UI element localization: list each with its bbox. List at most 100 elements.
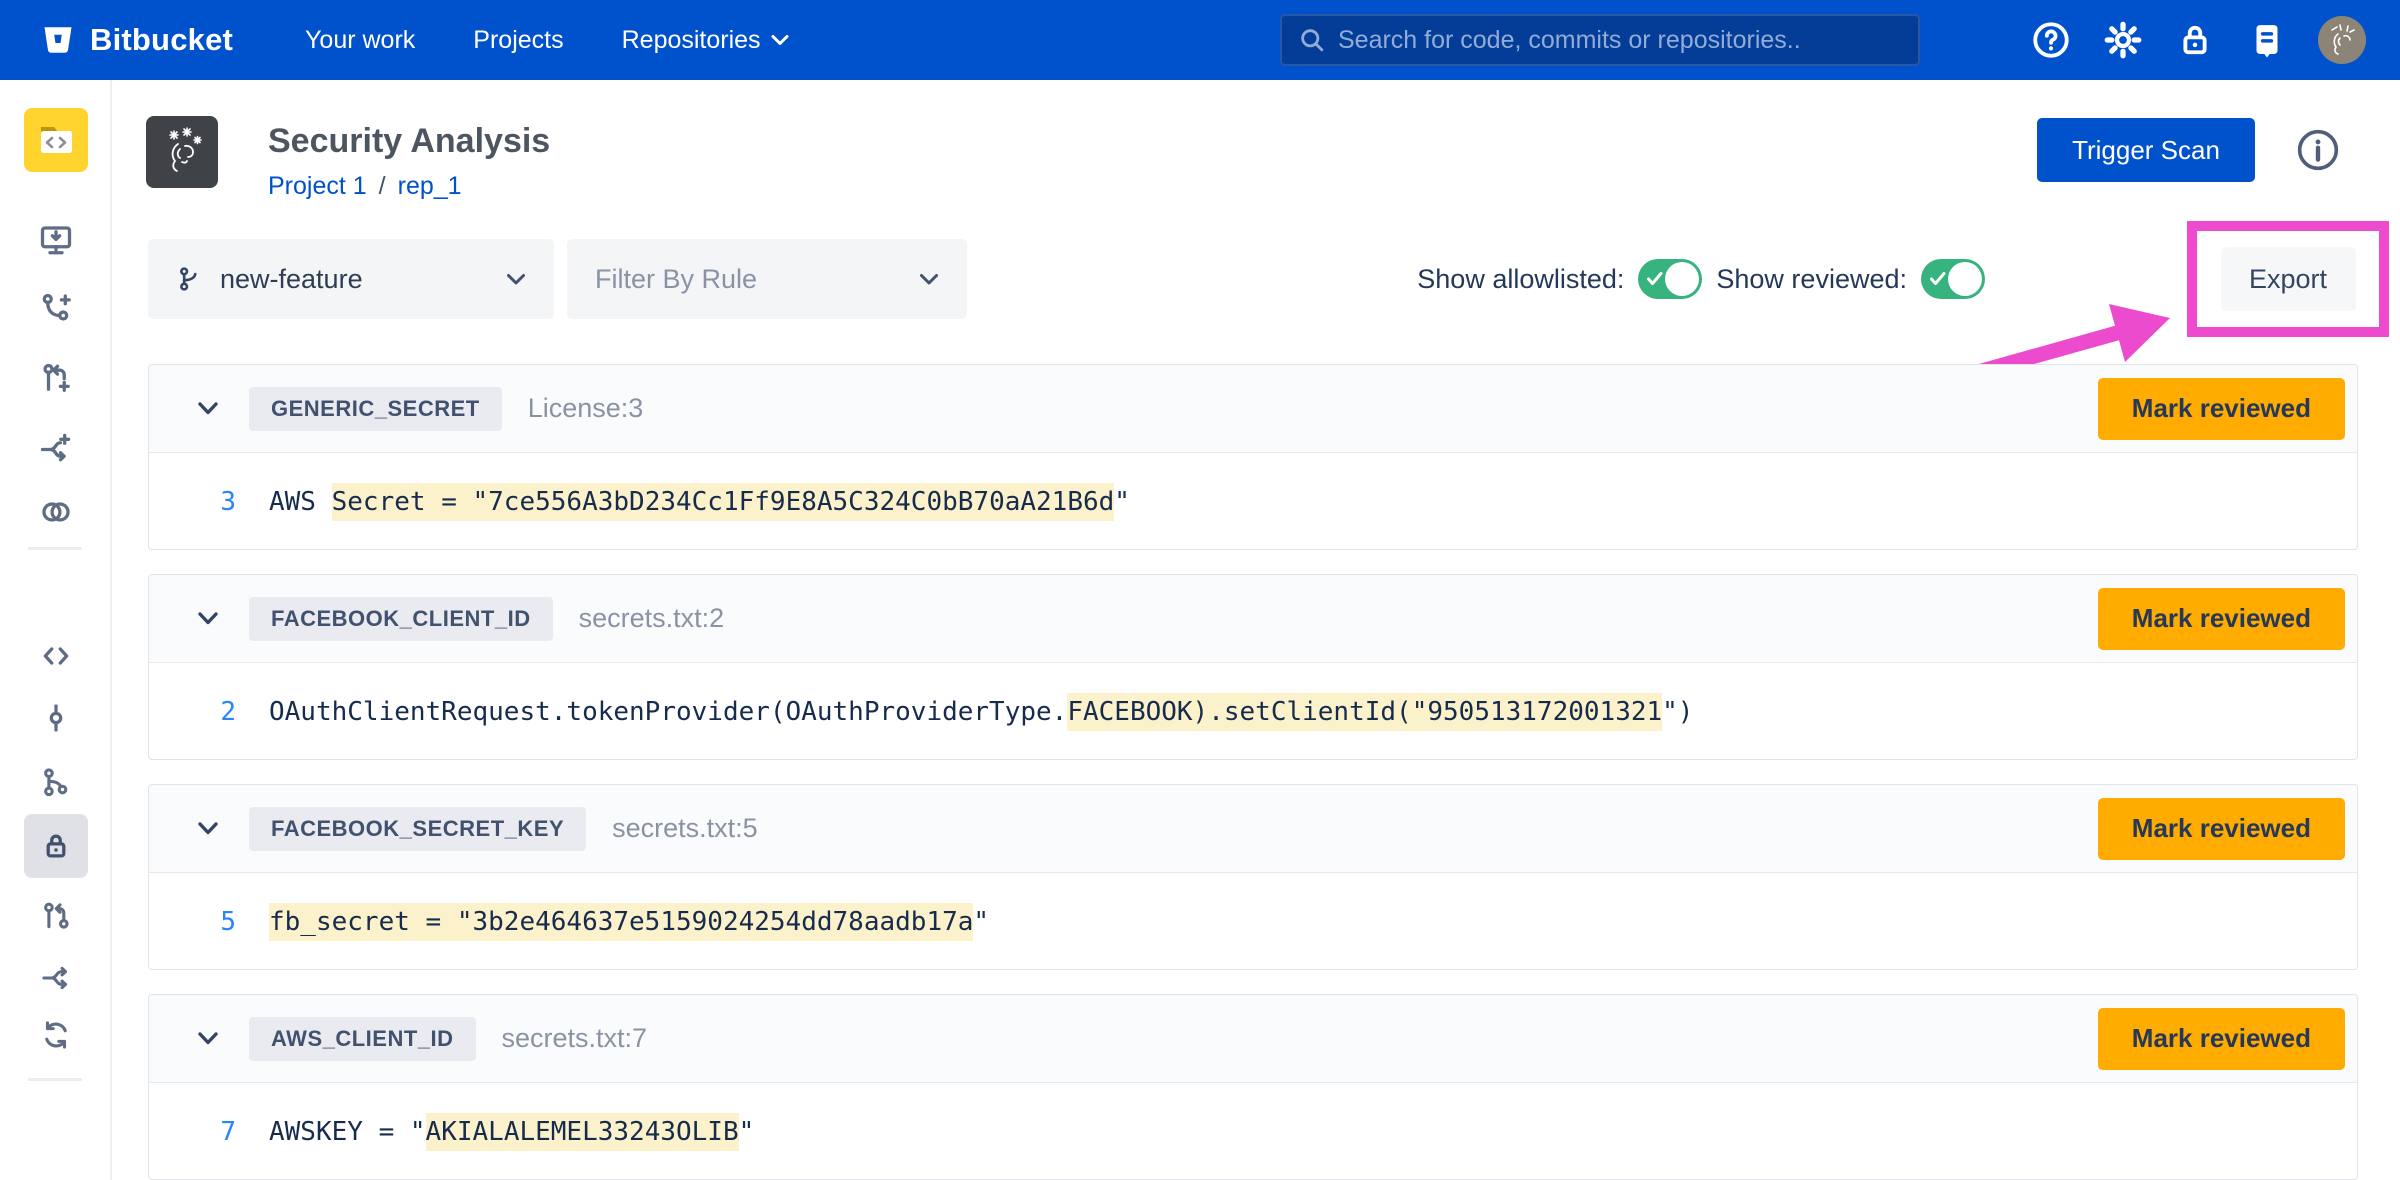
check-icon (1930, 272, 1946, 286)
finding-header: FACEBOOK_CLIENT_ID secrets.txt:2 Mark re… (149, 575, 2357, 663)
security-analysis-page: Bitbucket Your work Projects Repositorie… (0, 0, 2400, 1180)
finding-header: FACEBOOK_SECRET_KEY secrets.txt:5 Mark r… (149, 785, 2357, 873)
rule-badge: AWS_CLIENT_ID (249, 1017, 476, 1061)
info-icon[interactable] (2296, 128, 2340, 172)
mark-reviewed-button[interactable]: Mark reviewed (2098, 798, 2345, 860)
pull-requests-icon[interactable] (36, 896, 76, 936)
nav-actions (2030, 0, 2366, 80)
secret-highlight: AKIALALEMEL33243OLIB (426, 1113, 739, 1151)
finding-header: AWS_CLIENT_ID secrets.txt:7 Mark reviewe… (149, 995, 2357, 1083)
annotation-highlight-box: Export (2187, 221, 2389, 337)
finding-location: secrets.txt:2 (579, 603, 725, 634)
brand-name: Bitbucket (90, 22, 233, 58)
forks-icon[interactable] (36, 958, 76, 998)
commits-icon[interactable] (36, 698, 76, 738)
code-line: AWS Secret = "7ce556A3bD234Cc1Ff9E8A5C32… (269, 487, 1130, 517)
show-reviewed-toggle[interactable] (1921, 259, 1985, 299)
mark-reviewed-button[interactable]: Mark reviewed (2098, 588, 2345, 650)
collapse-chevron-icon[interactable] (197, 401, 219, 416)
rule-badge: FACEBOOK_SECRET_KEY (249, 807, 586, 851)
finding-location: License:3 (528, 393, 644, 424)
rule-filter-placeholder: Filter By Rule (595, 264, 757, 295)
compare-icon[interactable] (36, 492, 76, 532)
show-allowlisted-toggle[interactable] (1638, 259, 1702, 299)
finding-card: GENERIC_SECRET License:3 Mark reviewed 3… (148, 364, 2358, 550)
lock-icon[interactable] (2174, 19, 2216, 61)
secret-highlight: Secret = "7ce556A3bD234Cc1Ff9E8A5C324C0b… (332, 483, 1115, 521)
nav-item-repositories[interactable]: Repositories (622, 26, 789, 55)
global-search[interactable] (1280, 14, 1920, 66)
branch-selector-value: new-feature (220, 264, 363, 295)
breadcrumb: Project 1 / rep_1 (268, 172, 462, 201)
line-number: 3 (149, 487, 236, 517)
finding-code: 2 OAuthClientRequest.tokenProvider(OAuth… (149, 663, 2357, 760)
breadcrumb-project-link[interactable]: Project 1 (268, 172, 367, 201)
finding-location: secrets.txt:7 (502, 1023, 648, 1054)
search-icon (1298, 26, 1326, 54)
finding-code: 5 fb_secret = "3b2e464637e5159024254dd78… (149, 873, 2357, 970)
chevron-down-icon (771, 34, 789, 46)
sidebar-divider (28, 547, 82, 550)
source-code-icon[interactable] (36, 636, 76, 676)
branches-icon[interactable] (36, 762, 76, 802)
code-line: OAuthClientRequest.tokenProvider(OAuthPr… (269, 697, 1693, 727)
finding-card: FACEBOOK_SECRET_KEY secrets.txt:5 Mark r… (148, 784, 2358, 970)
collapse-chevron-icon[interactable] (197, 1031, 219, 1046)
rule-badge: FACEBOOK_CLIENT_ID (249, 597, 553, 641)
create-branch-icon[interactable] (36, 288, 76, 328)
show-allowlisted-label: Show allowlisted: (1417, 264, 1624, 295)
mark-reviewed-button[interactable]: Mark reviewed (2098, 378, 2345, 440)
top-navbar: Bitbucket Your work Projects Repositorie… (0, 0, 2400, 80)
user-avatar[interactable] (2318, 16, 2366, 64)
collapse-chevron-icon[interactable] (197, 821, 219, 836)
sidebar-divider (28, 1078, 82, 1081)
show-reviewed-label: Show reviewed: (1716, 264, 1907, 295)
repo-sidebar (0, 80, 112, 1180)
page-title: Security Analysis (268, 122, 550, 161)
line-number: 5 (149, 907, 236, 937)
export-button[interactable]: Export (2221, 247, 2356, 311)
branch-selector-dropdown[interactable]: new-feature (148, 239, 554, 319)
breadcrumb-separator: / (379, 172, 386, 201)
check-icon (1647, 272, 1663, 286)
finding-card: FACEBOOK_CLIENT_ID secrets.txt:2 Mark re… (148, 574, 2358, 760)
repository-avatar[interactable] (24, 108, 88, 172)
finding-location: secrets.txt:5 (612, 813, 758, 844)
create-pull-request-icon[interactable] (36, 358, 76, 398)
finding-header: GENERIC_SECRET License:3 Mark reviewed (149, 365, 2357, 453)
code-line: fb_secret = "3b2e464637e5159024254dd78aa… (269, 907, 989, 937)
clone-icon[interactable] (36, 220, 76, 260)
security-lock-item[interactable] (24, 814, 88, 878)
search-input[interactable] (1338, 26, 1902, 55)
secret-highlight: FACEBOOK).setClientId("950513172001321 (1067, 693, 1662, 731)
toggle-knob (1665, 262, 1699, 296)
bitbucket-logo[interactable]: Bitbucket (40, 22, 233, 58)
collapse-chevron-icon[interactable] (197, 611, 219, 626)
line-number: 7 (149, 1117, 236, 1147)
sync-icon[interactable] (36, 1015, 76, 1055)
settings-gear-icon[interactable] (2102, 19, 2144, 61)
security-app-avatar (146, 116, 218, 188)
create-pipeline-icon[interactable] (36, 428, 76, 468)
nav-item-your-work[interactable]: Your work (305, 26, 415, 55)
code-line: AWSKEY = "AKIALALEMEL33243OLIB" (269, 1117, 754, 1147)
feedback-icon[interactable] (2246, 19, 2288, 61)
toggle-knob (1948, 262, 1982, 296)
finding-card: AWS_CLIENT_ID secrets.txt:7 Mark reviewe… (148, 994, 2358, 1180)
nav-item-projects[interactable]: Projects (473, 26, 563, 55)
branch-icon (176, 265, 204, 293)
mark-reviewed-button[interactable]: Mark reviewed (2098, 1008, 2345, 1070)
line-number: 2 (149, 697, 236, 727)
security-lock-icon (39, 829, 73, 863)
rule-badge: GENERIC_SECRET (249, 387, 502, 431)
nav-menu: Your work Projects Repositories (305, 26, 789, 55)
chevron-down-icon (506, 273, 526, 286)
chevron-down-icon (919, 273, 939, 286)
trigger-scan-button[interactable]: Trigger Scan (2037, 118, 2255, 182)
finding-code: 3 AWS Secret = "7ce556A3bD234Cc1Ff9E8A5C… (149, 453, 2357, 550)
visibility-toggles: Show allowlisted: Show reviewed: (1417, 239, 1985, 319)
finding-code: 7 AWSKEY = "AKIALALEMEL33243OLIB" (149, 1083, 2357, 1180)
help-icon[interactable] (2030, 19, 2072, 61)
breadcrumb-repo-link[interactable]: rep_1 (398, 172, 462, 201)
rule-filter-dropdown[interactable]: Filter By Rule (567, 239, 967, 319)
